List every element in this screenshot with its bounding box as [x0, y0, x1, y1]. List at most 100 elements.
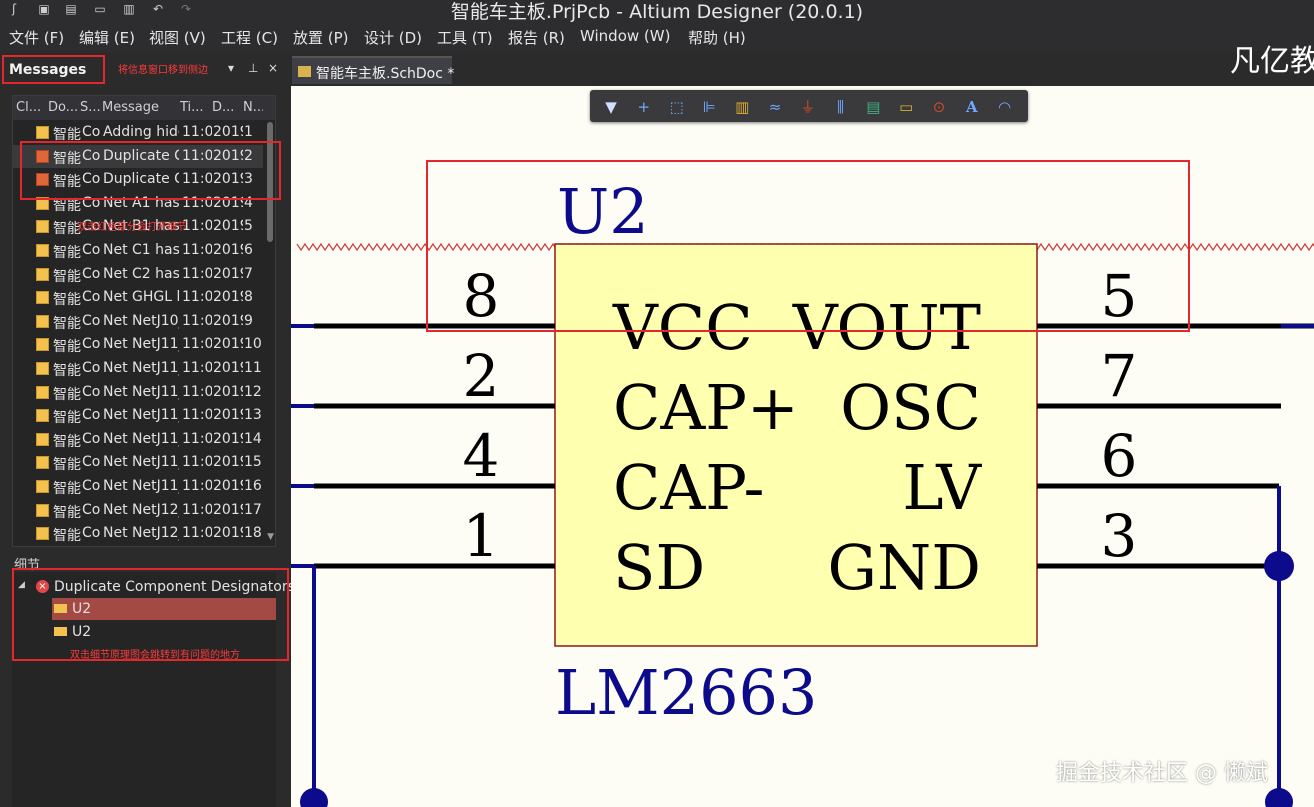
- message-row[interactable]: 智能CoNet NetJ11_11:0201915: [13, 451, 263, 474]
- message-cell-src: Co: [82, 407, 101, 424]
- arc-icon[interactable]: ◠: [996, 98, 1014, 116]
- message-cell-msg: Net NetJ11_: [103, 430, 179, 447]
- watermark-text: 掘金技术社区 @ 懒斌: [1056, 761, 1268, 786]
- message-cell-msg: Net NetJ12_: [103, 525, 179, 542]
- message-row[interactable]: 智能CoNet C1 has11:020196: [13, 239, 263, 262]
- message-cell-msg: Net NetJ11_: [103, 336, 179, 353]
- message-cell-src: Co: [82, 124, 101, 140]
- message-cell-src: Co: [82, 289, 101, 306]
- pin-name: OSC: [840, 371, 981, 444]
- message-cell-src: Co: [82, 454, 101, 471]
- panel-menu-chevron-icon[interactable]: ▾: [228, 61, 234, 75]
- message-row[interactable]: 智能CoNet NetJ11_11:0201911: [13, 357, 263, 380]
- message-cell-date: 2019: [213, 265, 243, 282]
- menu-item[interactable]: 设计 (D): [364, 27, 422, 48]
- pin-number: 5: [1101, 262, 1138, 330]
- message-cell-no: 7: [244, 265, 253, 282]
- message-cell-src: Co: [82, 430, 101, 447]
- close-icon[interactable]: ×: [268, 61, 278, 75]
- message-cell-doc: 智能: [53, 386, 81, 403]
- text-icon[interactable]: A: [963, 98, 981, 116]
- menu-item[interactable]: 工程 (C): [221, 27, 278, 48]
- active-bar-toolbar: ▼ + ⬚ ⊫ ▥ ≈ ⏚ ⫼ ▤ ▭ ⊙ A ◠: [590, 90, 1028, 122]
- message-row[interactable]: 智能CoNet NetJ11_11:0201913: [13, 404, 263, 427]
- pin-name: CAP+: [613, 371, 799, 444]
- menu-bar: 文件 (F) 编辑 (E) 视图 (V) 工程 (C) 放置 (P) 设计 (D) 工具 (…: [0, 22, 1314, 52]
- annotation-panel-moved: 将信息窗口移到侧边: [118, 65, 208, 76]
- menu-item[interactable]: 编辑 (E): [79, 27, 135, 48]
- message-cell-date: 2019: [213, 407, 243, 424]
- message-cell-time: 11:0: [182, 430, 212, 447]
- message-cell-src: Co: [82, 478, 101, 494]
- column-header[interactable]: Do...: [48, 100, 78, 115]
- menu-item[interactable]: 视图 (V): [149, 27, 206, 48]
- schematic-drawing: 8 VCC 2 CAP+ 4 CAP- 1 SD 5 VOUT 7 OSC 6 LV 3 GND U2 LM…: [291, 160, 1314, 807]
- message-row[interactable]: 智能CoNet NetJ12_11:0201917: [13, 499, 263, 522]
- column-header[interactable]: D...: [212, 100, 242, 115]
- message-cell-time: 11:0: [182, 501, 212, 518]
- warning-message-icon: [36, 126, 49, 139]
- scroll-down-icon[interactable]: ▼: [267, 532, 274, 542]
- directive-icon[interactable]: ⊙: [930, 98, 948, 116]
- select-rect-icon[interactable]: ⬚: [668, 98, 686, 116]
- message-row[interactable]: 智能CoNet NetJ11_11:0201910: [13, 333, 263, 356]
- message-row[interactable]: 智能CoNet NetJ12_11:0201918: [13, 522, 263, 545]
- message-cell-msg: Net GHGL h: [103, 289, 179, 306]
- message-cell-no: 15: [244, 454, 262, 471]
- warning-message-icon: [36, 220, 49, 234]
- message-cell-no: 9: [244, 312, 253, 329]
- ground-icon[interactable]: ⏚: [799, 98, 817, 116]
- message-cell-no: 13: [244, 407, 262, 424]
- wire-icon[interactable]: ≈: [766, 98, 784, 116]
- column-header[interactable]: S...: [80, 100, 100, 115]
- message-cell-msg: Net NetJ11_: [103, 478, 179, 494]
- cross-icon[interactable]: +: [635, 98, 653, 116]
- pin-name: VCC: [612, 291, 753, 364]
- message-cell-time: 11:0: [182, 454, 212, 471]
- message-row[interactable]: 智能CoNet NetJ10_11:020199: [13, 310, 263, 333]
- filter-icon[interactable]: ▼: [602, 98, 620, 116]
- message-row[interactable]: 智能CoNet GHGL h11:020198: [13, 286, 263, 309]
- message-row[interactable]: 智能CoNet NetJ11_11:0201916: [13, 475, 263, 498]
- message-cell-date: 2019: [213, 218, 243, 235]
- message-cell-src: Co: [82, 242, 101, 258]
- message-cell-time: 11:0: [182, 124, 212, 140]
- port-icon[interactable]: ▭: [897, 98, 915, 116]
- menu-item[interactable]: 文件 (F): [9, 27, 64, 48]
- warning-message-icon: [36, 527, 49, 541]
- schematic-canvas[interactable]: 8 VCC 2 CAP+ 4 CAP- 1 SD 5 VOUT 7 OSC 6 LV 3 GND U2 LM…: [291, 86, 1314, 807]
- messages-table-header: Cl... Do... S... Message Ti... D... N...: [13, 96, 275, 120]
- menu-item[interactable]: 帮助 (H): [688, 27, 746, 48]
- brand-logo-text: 凡亿教: [1230, 44, 1314, 79]
- message-cell-time: 11:0: [182, 478, 212, 494]
- message-cell-date: 2019: [213, 360, 243, 376]
- menu-item[interactable]: 工具 (T): [437, 27, 493, 48]
- menu-item[interactable]: 放置 (P): [293, 27, 349, 48]
- pin-number: 3: [1101, 502, 1138, 570]
- message-cell-time: 11:0: [182, 360, 212, 376]
- column-header[interactable]: Cl...: [16, 100, 46, 115]
- align-icon[interactable]: ⊫: [700, 98, 718, 116]
- column-header[interactable]: Message: [102, 100, 178, 115]
- menu-item[interactable]: Window (W): [580, 27, 670, 45]
- highlight-box-error-rows: [20, 141, 281, 200]
- part-icon[interactable]: ▥: [733, 98, 751, 116]
- pin-number: 1: [463, 502, 500, 570]
- column-header[interactable]: Ti...: [180, 100, 210, 115]
- component-designator[interactable]: U2: [557, 175, 649, 248]
- message-cell-date: 2019: [213, 454, 243, 471]
- menu-item[interactable]: 报告 (R): [508, 27, 565, 48]
- message-cell-msg: Net NetJ11_: [103, 454, 179, 471]
- message-row[interactable]: 智能CoNet C2 has11:020197: [13, 263, 263, 286]
- pin-icon[interactable]: ⊥: [248, 61, 258, 75]
- message-row[interactable]: 智能CoNet NetJ11_11:0201912: [13, 381, 263, 404]
- component-comment[interactable]: LM2663: [555, 656, 817, 729]
- net-label-icon[interactable]: ▤: [864, 98, 882, 116]
- message-row[interactable]: 智能CoNet NetJ11_11:0201914: [13, 428, 263, 451]
- column-header[interactable]: N...: [243, 100, 263, 115]
- bus-icon[interactable]: ⫼: [832, 98, 850, 116]
- tab-schematic-document[interactable]: 智能车主板.SchDoc *: [292, 56, 454, 84]
- message-cell-date: 2019: [213, 242, 243, 258]
- message-cell-time: 11:0: [182, 407, 212, 424]
- pin-name: GND: [828, 531, 982, 604]
